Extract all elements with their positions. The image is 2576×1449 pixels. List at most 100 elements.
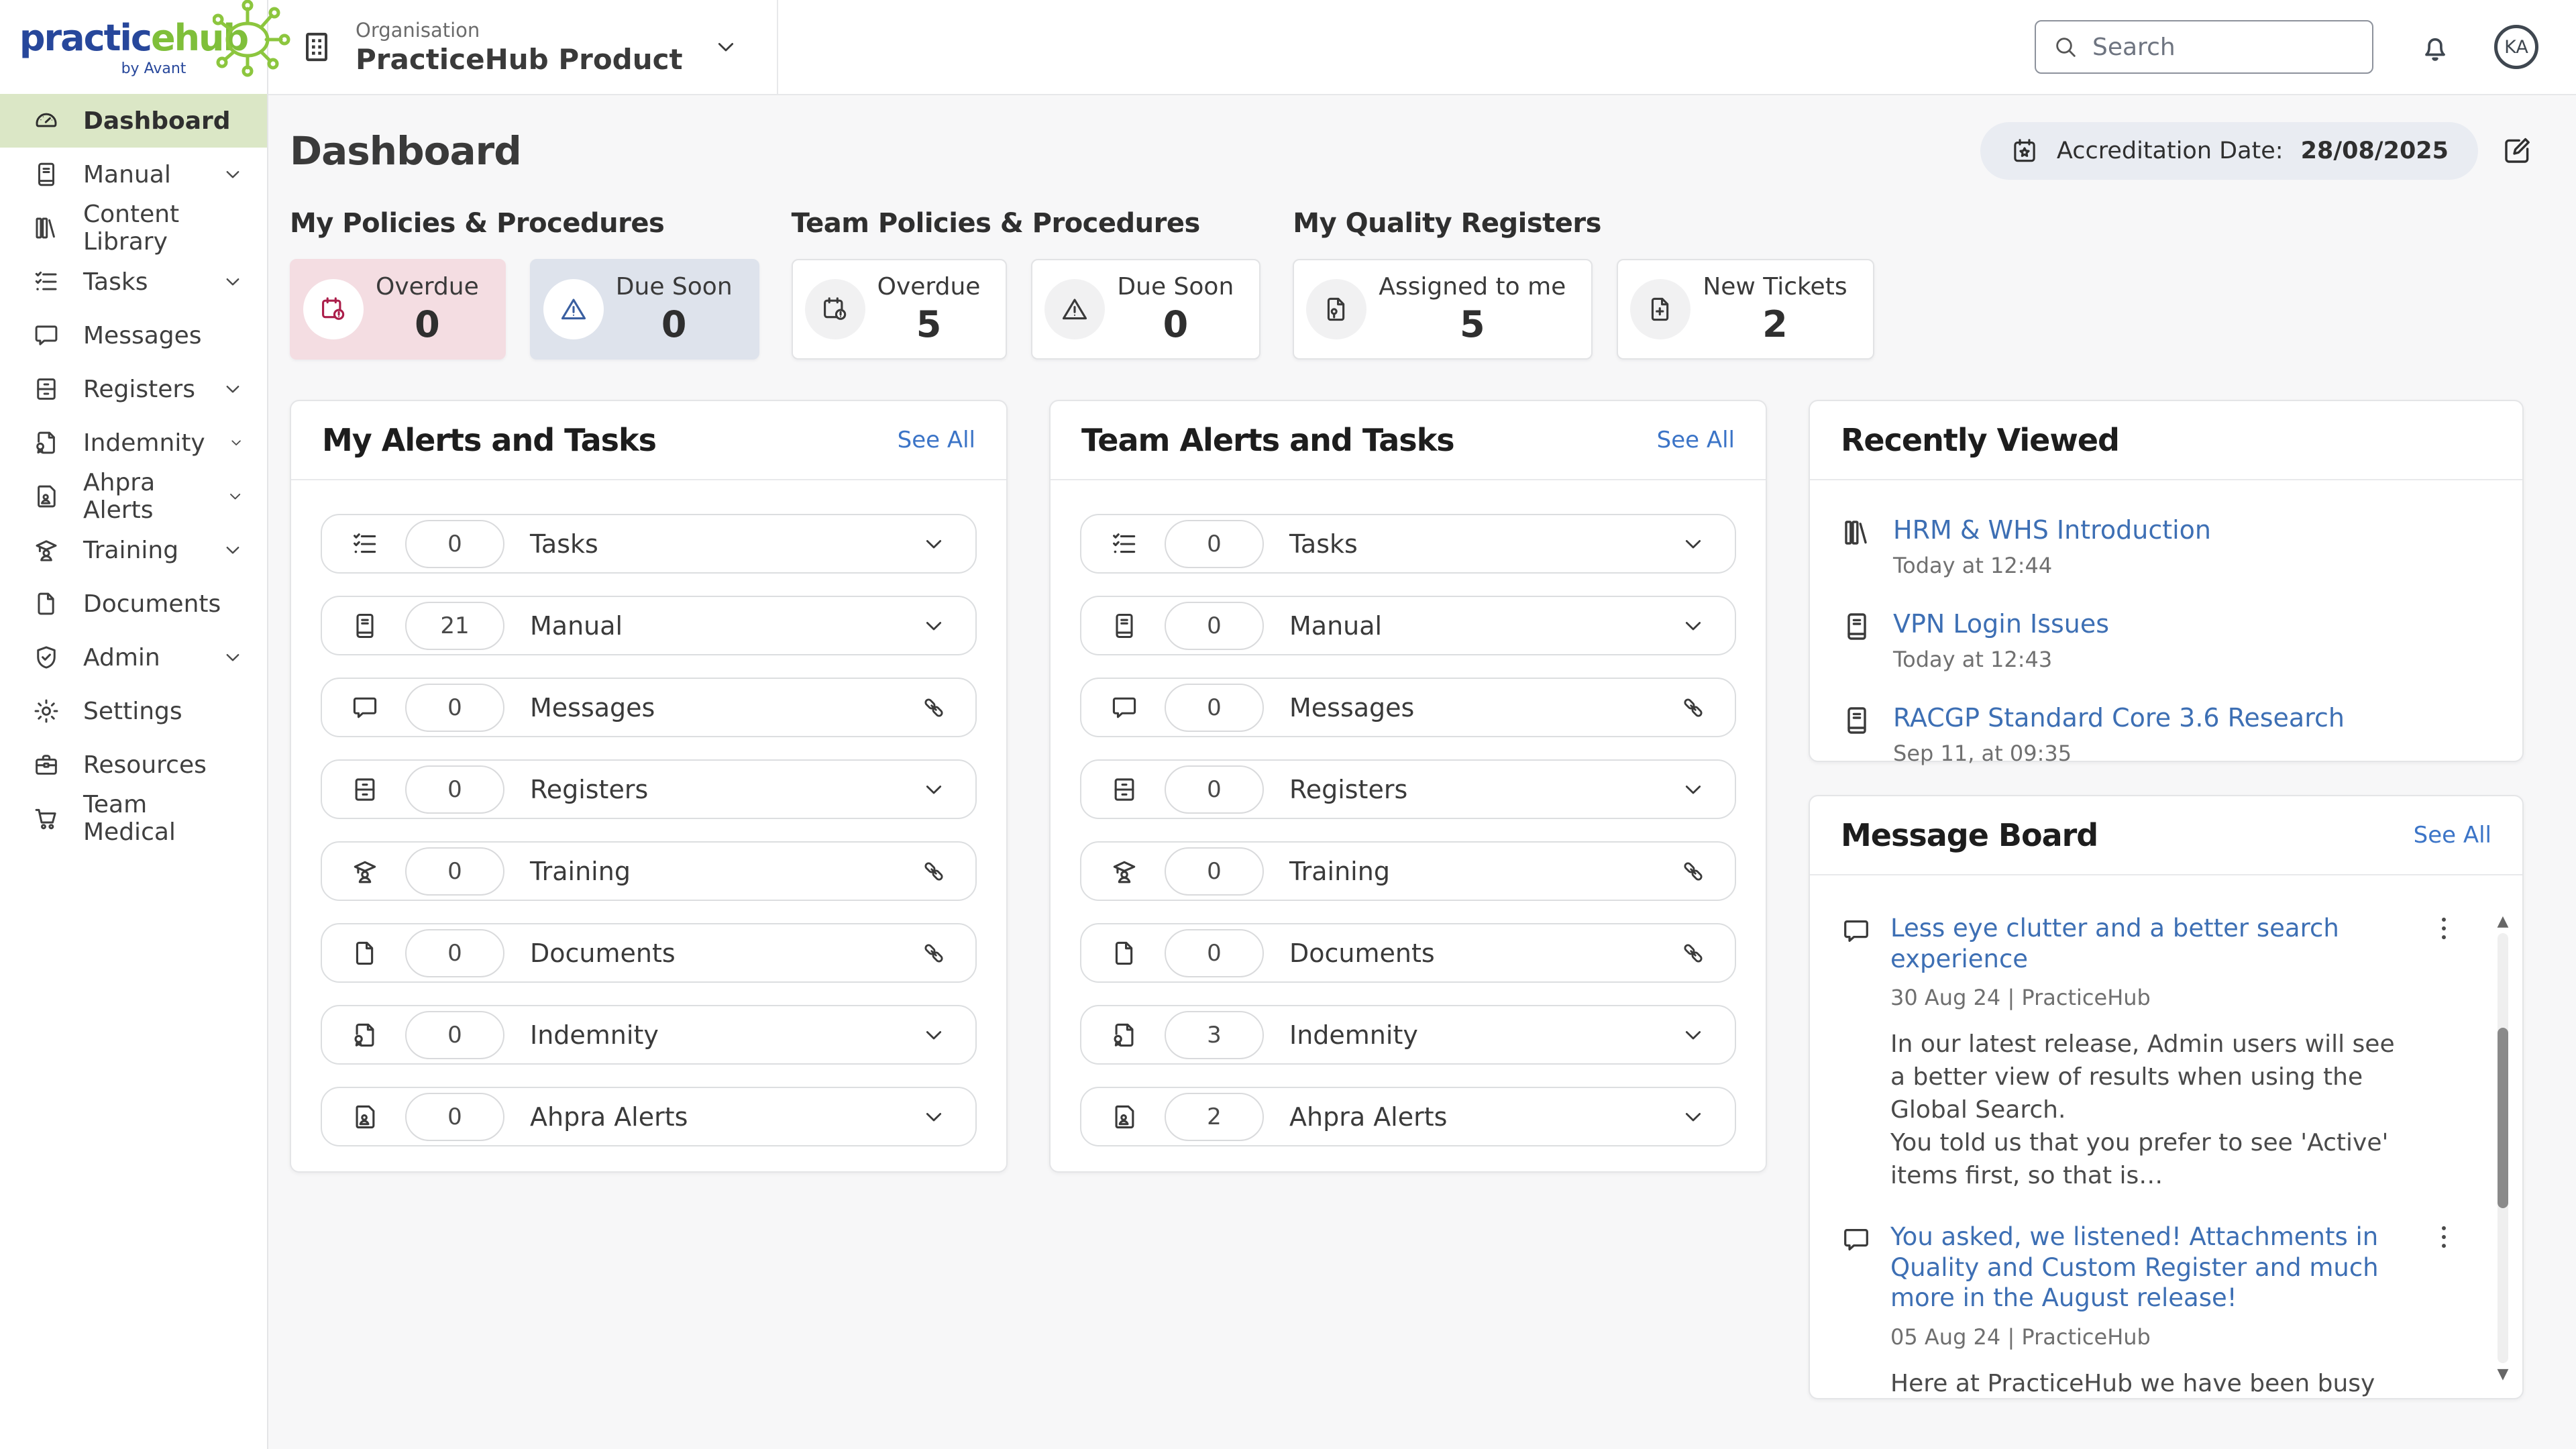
sidebar-item-dashboard[interactable]: Dashboard bbox=[0, 94, 267, 148]
edit-accreditation-icon[interactable] bbox=[2501, 135, 2533, 167]
alert-row-manual[interactable]: 21 Manual bbox=[321, 596, 977, 655]
stat-card-team-due-soon[interactable]: Due Soon 0 bbox=[1031, 259, 1261, 360]
chevron-down-icon[interactable] bbox=[1680, 1104, 1707, 1130]
sidebar-item-training[interactable]: Training bbox=[0, 523, 267, 577]
sidebar-item-label: Settings bbox=[83, 697, 182, 725]
chevron-down-icon[interactable] bbox=[920, 1022, 947, 1049]
chevron-down-icon bbox=[226, 485, 244, 508]
recently-viewed-link[interactable]: HRM & WHS Introduction bbox=[1893, 515, 2211, 545]
sidebar-item-documents[interactable]: Documents bbox=[0, 577, 267, 631]
row-label: Indemnity bbox=[1289, 1020, 1418, 1050]
sidebar-item-ahpra-alerts[interactable]: Ahpra Alerts bbox=[0, 469, 267, 524]
stat-card-assigned-to-me[interactable]: Assigned to me 5 bbox=[1293, 259, 1593, 360]
graduate-icon bbox=[32, 536, 60, 564]
sidebar-item-label: Team Medical bbox=[83, 791, 176, 846]
chat-icon bbox=[350, 693, 380, 722]
my-alerts-see-all-link[interactable]: See All bbox=[898, 427, 975, 453]
stat-card-new-tickets[interactable]: New Tickets 2 bbox=[1617, 259, 1874, 360]
stat-card-my-overdue[interactable]: Overdue 0 bbox=[290, 259, 506, 360]
alert-row-messages[interactable]: 0 Messages bbox=[321, 678, 977, 737]
message-body-paragraph: In our latest release, Admin users will … bbox=[1890, 1030, 2395, 1124]
chevron-down-icon[interactable] bbox=[1680, 776, 1707, 803]
message-board-scrollbar[interactable]: ▲ ▼ bbox=[2497, 913, 2509, 1383]
stat-label: Overdue bbox=[877, 273, 981, 301]
sidebar-item-registers[interactable]: Registers bbox=[0, 362, 267, 416]
kebab-menu-icon[interactable] bbox=[2439, 913, 2449, 944]
link-icon[interactable] bbox=[1680, 694, 1707, 721]
scrollbar-thumb[interactable] bbox=[2498, 1028, 2508, 1209]
link-icon[interactable] bbox=[1680, 858, 1707, 885]
link-icon[interactable] bbox=[920, 694, 947, 721]
chevron-down-icon[interactable] bbox=[920, 1104, 947, 1130]
link-icon[interactable] bbox=[920, 858, 947, 885]
message-body: In our latest release, Admin users will … bbox=[1890, 1028, 2412, 1192]
alert-row-registers[interactable]: 0 Registers bbox=[1080, 759, 1736, 819]
alert-row-tasks[interactable]: 0 Tasks bbox=[1080, 514, 1736, 574]
book-icon bbox=[1841, 610, 1873, 643]
alert-row-documents[interactable]: 0 Documents bbox=[321, 923, 977, 983]
app-logo[interactable]: practic ehub by Avant bbox=[0, 0, 267, 94]
team-alerts-see-all-link[interactable]: See All bbox=[1657, 427, 1735, 453]
recently-viewed-item[interactable]: HRM & WHS Introduction Today at 12:44 bbox=[1841, 515, 2491, 578]
user-avatar[interactable]: KA bbox=[2494, 25, 2538, 69]
link-icon[interactable] bbox=[1680, 940, 1707, 967]
count-badge: 3 bbox=[1165, 1010, 1264, 1059]
kebab-menu-icon[interactable] bbox=[2439, 1222, 2449, 1252]
sidebar-item-label: Registers bbox=[83, 375, 195, 403]
organisation-selector[interactable]: Organisation PracticeHub Product bbox=[298, 19, 739, 76]
chevron-down-icon[interactable] bbox=[920, 776, 947, 803]
accreditation-date-pill: Accreditation Date: 28/08/2025 bbox=[1980, 122, 2478, 180]
sidebar-item-admin[interactable]: Admin bbox=[0, 631, 267, 684]
graduate-icon bbox=[1110, 857, 1139, 886]
alert-row-messages[interactable]: 0 Messages bbox=[1080, 678, 1736, 737]
alert-row-ahpra-alerts[interactable]: 0 Ahpra Alerts bbox=[321, 1087, 977, 1146]
sidebar-item-indemnity[interactable]: Indemnity bbox=[0, 416, 267, 470]
scroll-down-icon[interactable]: ▼ bbox=[2498, 1366, 2509, 1383]
file-icon bbox=[350, 938, 380, 968]
sidebar-item-settings[interactable]: Settings bbox=[0, 684, 267, 738]
sidebar-item-manual[interactable]: Manual bbox=[0, 148, 267, 201]
alert-row-training[interactable]: 0 Training bbox=[321, 841, 977, 901]
alert-row-registers[interactable]: 0 Registers bbox=[321, 759, 977, 819]
message-title-link[interactable]: You asked, we listened! Attachments in Q… bbox=[1890, 1222, 2412, 1313]
alert-row-indemnity[interactable]: 3 Indemnity bbox=[1080, 1005, 1736, 1065]
recently-viewed-link[interactable]: VPN Login Issues bbox=[1893, 609, 2109, 639]
alert-row-training[interactable]: 0 Training bbox=[1080, 841, 1736, 901]
sidebar-item-tasks[interactable]: Tasks bbox=[0, 255, 267, 309]
stat-card-team-overdue[interactable]: Overdue 5 bbox=[791, 259, 1008, 360]
scroll-up-icon[interactable]: ▲ bbox=[2498, 913, 2509, 930]
alert-row-ahpra-alerts[interactable]: 2 Ahpra Alerts bbox=[1080, 1087, 1736, 1146]
count-badge: 0 bbox=[405, 847, 504, 896]
chevron-down-icon[interactable] bbox=[1680, 1022, 1707, 1049]
recently-viewed-link[interactable]: RACGP Standard Core 3.6 Research bbox=[1893, 703, 2345, 733]
count-badge: 0 bbox=[405, 1092, 504, 1141]
recently-viewed-item[interactable]: RACGP Standard Core 3.6 Research Sep 11,… bbox=[1841, 703, 2491, 766]
recently-viewed-item[interactable]: VPN Login Issues Today at 12:43 bbox=[1841, 609, 2491, 672]
message-board-see-all-link[interactable]: See All bbox=[2414, 822, 2491, 849]
count-badge: 2 bbox=[1165, 1092, 1264, 1141]
alert-row-indemnity[interactable]: 0 Indemnity bbox=[321, 1005, 977, 1065]
count-badge: 0 bbox=[405, 519, 504, 568]
sidebar-item-resources[interactable]: Resources bbox=[0, 738, 267, 792]
calendar-alert-icon bbox=[303, 279, 364, 339]
alert-row-tasks[interactable]: 0 Tasks bbox=[321, 514, 977, 574]
link-icon[interactable] bbox=[920, 940, 947, 967]
alert-row-manual[interactable]: 0 Manual bbox=[1080, 596, 1736, 655]
chevron-down-icon[interactable] bbox=[920, 531, 947, 557]
chevron-down-icon[interactable] bbox=[1680, 612, 1707, 639]
chevron-down-icon[interactable] bbox=[1680, 531, 1707, 557]
chat-icon bbox=[32, 321, 60, 350]
stat-card-my-due-soon[interactable]: Due Soon 0 bbox=[529, 259, 759, 360]
recently-viewed-card: Recently Viewed HRM & WHS Introduction T… bbox=[1809, 400, 2524, 766]
notifications-bell-icon[interactable] bbox=[2418, 30, 2453, 64]
sidebar-item-messages[interactable]: Messages bbox=[0, 309, 267, 362]
sidebar-item-team-medical[interactable]: Team Medical bbox=[0, 791, 267, 846]
alert-row-documents[interactable]: 0 Documents bbox=[1080, 923, 1736, 983]
sidebar-item-content-library[interactable]: Content Library bbox=[0, 201, 267, 256]
chevron-down-icon[interactable] bbox=[920, 612, 947, 639]
search-input[interactable] bbox=[2092, 33, 2393, 61]
id-card-icon bbox=[350, 1102, 380, 1132]
scrollbar-track[interactable] bbox=[2498, 933, 2508, 1363]
warning-triangle-icon bbox=[1044, 279, 1106, 339]
message-title-link[interactable]: Less eye clutter and a better search exp… bbox=[1890, 913, 2412, 974]
